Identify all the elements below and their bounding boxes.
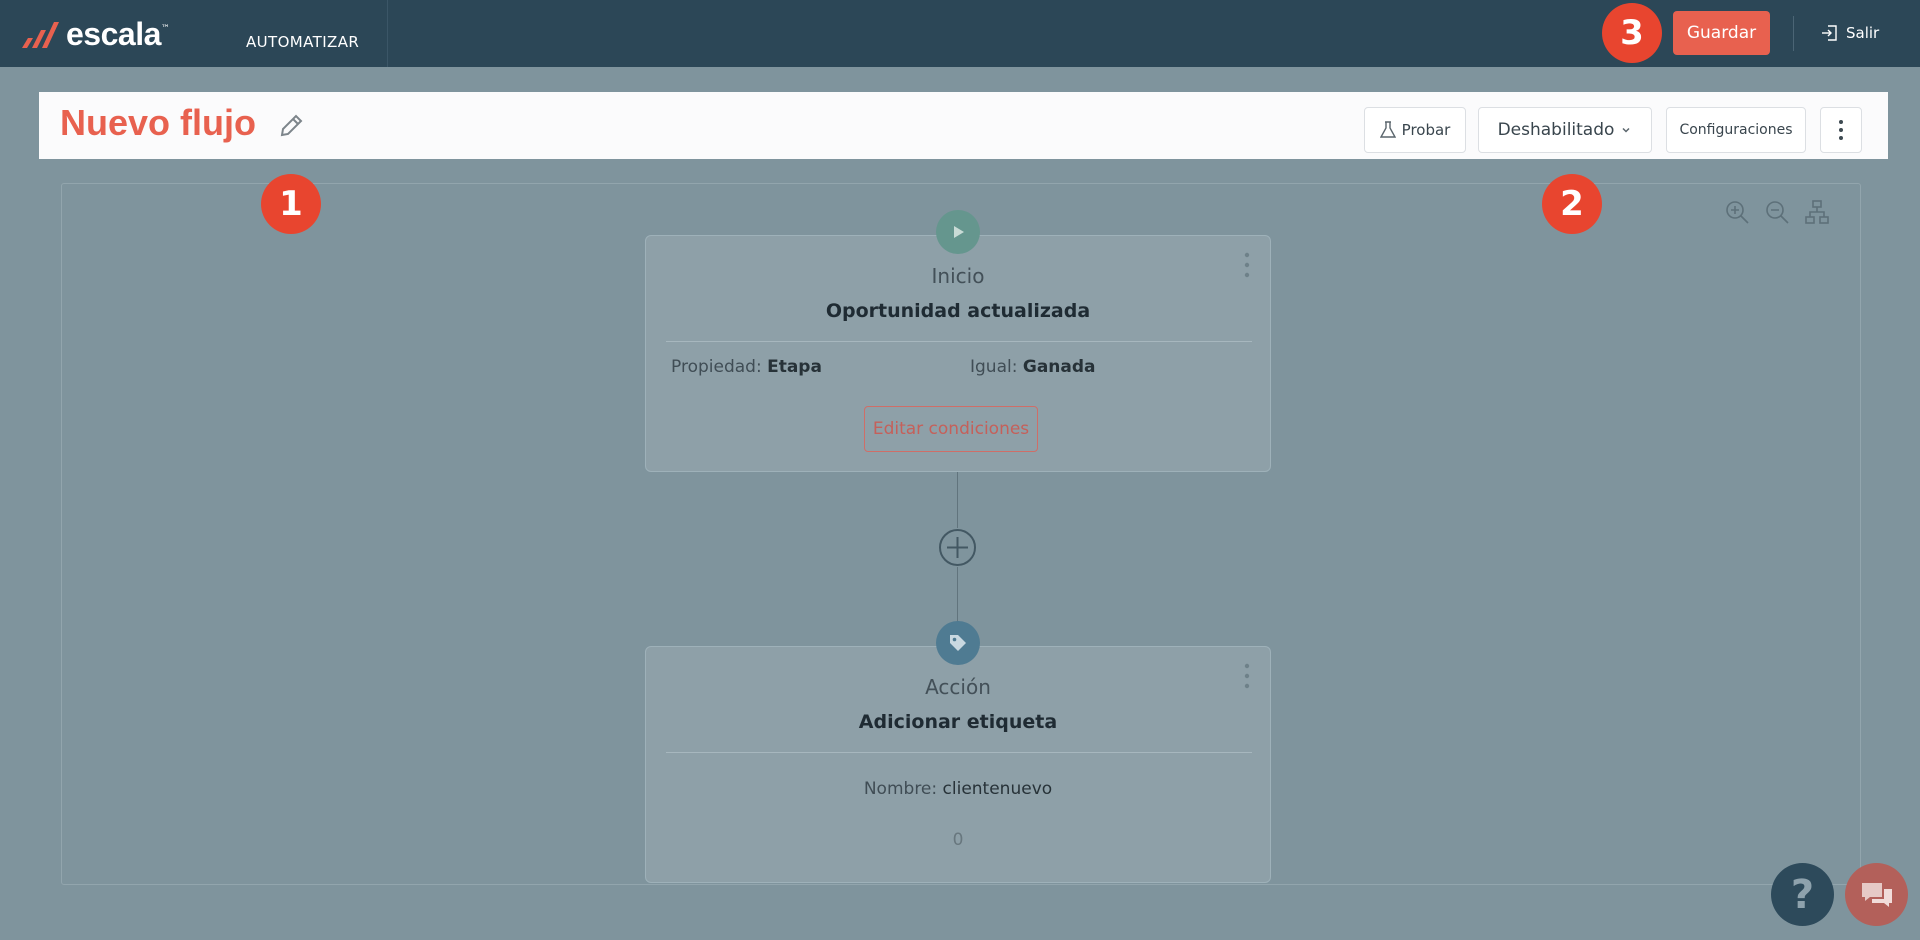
action-node-kind: Acción <box>925 675 991 699</box>
tag-name-value: clientenuevo <box>942 779 1053 799</box>
action-node-title: Adicionar etiqueta <box>858 711 1058 733</box>
save-button[interactable]: Guardar <box>1673 11 1770 55</box>
card-divider <box>666 752 1252 753</box>
zoom-out-icon[interactable] <box>1764 199 1790 225</box>
property-value: Etapa <box>767 357 822 377</box>
escala-logo[interactable]: escala ™ <box>20 16 170 52</box>
operator-condition: Igual: Ganada <box>970 357 1096 377</box>
test-button[interactable]: Probar <box>1364 107 1466 153</box>
tag-name-key: Nombre: <box>863 779 938 799</box>
start-node-card[interactable]: Inicio Oportunidad actualizada Propiedad… <box>645 235 1271 472</box>
status-dropdown[interactable]: Deshabilitado <box>1478 107 1652 153</box>
tour-step-badge[interactable]: 1 <box>261 174 321 234</box>
start-node-title: Oportunidad actualizada <box>825 300 1091 322</box>
plus-circle-icon[interactable] <box>938 528 977 567</box>
canvas-tools <box>1724 199 1830 225</box>
settings-button[interactable]: Configuraciones <box>1666 107 1806 153</box>
operator-key: Igual: <box>970 357 1018 377</box>
property-key: Propiedad: <box>671 357 762 377</box>
flask-icon <box>1379 121 1396 138</box>
connector-line <box>957 472 958 528</box>
logo-trademark: ™ <box>160 24 170 34</box>
help-button[interactable]: ? <box>1771 863 1834 926</box>
exit-icon <box>1822 25 1837 41</box>
tour-step-badge[interactable]: 3 <box>1602 3 1662 63</box>
logo-mark-icon <box>22 22 59 48</box>
chat-icon <box>1861 882 1892 907</box>
topbar-divider <box>1793 16 1794 51</box>
nav-divider <box>387 0 388 67</box>
test-label: Probar <box>1401 121 1451 139</box>
tag-icon <box>936 621 980 665</box>
pencil-icon[interactable] <box>277 112 305 140</box>
card-divider <box>666 341 1252 342</box>
flow-header: Nuevo flujo Probar Deshabilitado Configu… <box>39 92 1888 159</box>
exit-button[interactable]: Salir <box>1820 20 1879 46</box>
vertical-dots-icon <box>1839 120 1843 140</box>
edit-conditions-button[interactable]: Editar condiciones <box>864 406 1038 452</box>
operator-value: Ganada <box>1022 357 1096 377</box>
property-condition: Propiedad: Etapa <box>671 357 822 377</box>
more-options-button[interactable] <box>1820 107 1862 153</box>
tour-step-badge[interactable]: 2 <box>1542 174 1602 234</box>
flow-title: Nuevo flujo <box>60 102 256 143</box>
action-node-card[interactable]: Acción Adicionar etiqueta Nombre: client… <box>645 646 1271 883</box>
chat-button[interactable] <box>1845 863 1908 926</box>
play-icon <box>936 210 980 254</box>
connector-line <box>957 567 958 623</box>
status-label: Deshabilitado <box>1497 120 1615 140</box>
exit-label: Salir <box>1846 24 1880 42</box>
hierarchy-icon[interactable] <box>1804 199 1830 225</box>
action-count: 0 <box>952 830 964 850</box>
nav-automatizar[interactable]: AUTOMATIZAR <box>246 0 379 67</box>
logo-text: escala <box>66 15 161 52</box>
zoom-in-icon[interactable] <box>1724 199 1750 225</box>
start-node-kind: Inicio <box>931 264 985 288</box>
chevron-down-icon <box>1622 127 1630 133</box>
tag-name-field: Nombre: clientenuevo <box>646 779 1270 799</box>
